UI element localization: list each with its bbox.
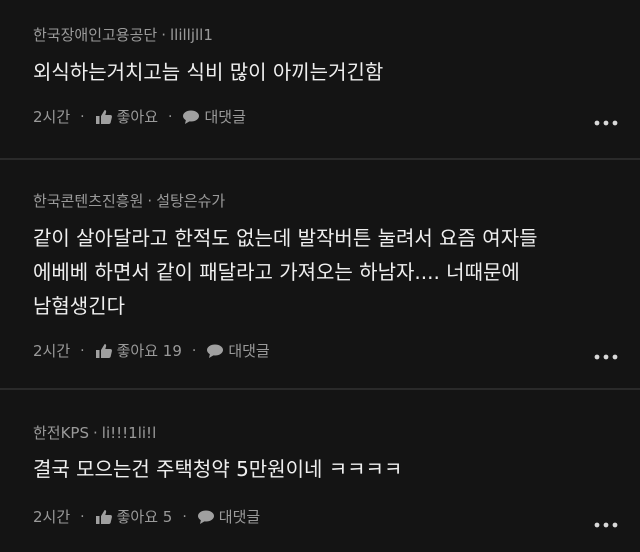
like-label: 좋아요 19 <box>116 342 182 360</box>
comment-item: 한국콘텐츠진흥원 · 설탕은슈가 같이 살아달라고 한적도 없는데 발작버튼 눌려서… <box>0 160 640 388</box>
comment-time: 2시간 <box>33 342 71 360</box>
more-dots-icon[interactable] <box>594 118 618 128</box>
meta-separator: · <box>182 508 187 525</box>
comment-author[interactable]: 한국장애인고용공단 · llilljll1 <box>33 24 213 45</box>
company-name: 한전KPS <box>33 424 90 442</box>
comment-text: 외식하는거치고늠 식비 많이 아끼는거긴함 <box>33 55 620 89</box>
comment-meta: 2시간 · 좋아요 19 · 대댓글 <box>33 340 270 361</box>
reply-button[interactable]: 대댓글 <box>182 106 246 127</box>
comment-item: 한국장애인고용공단 · llilljll1 외식하는거치고늠 식비 많이 아끼는거긴… <box>0 0 640 158</box>
author-separator: · <box>93 424 98 442</box>
reply-button[interactable]: 대댓글 <box>197 506 260 527</box>
reply-label: 대댓글 <box>228 342 270 360</box>
comment-text: 같이 살아달라고 한적도 없는데 발작버튼 눌려서 요즘 여자들 에베베 하면서… <box>33 221 620 323</box>
comment-author[interactable]: 한국콘텐츠진흥원 · 설탕은슈가 <box>33 190 225 211</box>
meta-separator: · <box>168 108 173 125</box>
comment-time: 2시간 <box>33 508 71 526</box>
speech-bubble-icon <box>197 510 214 524</box>
more-dots-icon[interactable] <box>594 352 618 362</box>
comment-item: 한전KPS · li!!!1li!l 결국 모으는건 주택청약 5만원이네 ㅋㅋㅋㅋ… <box>0 390 640 552</box>
nickname: li!!!1li!l <box>101 424 157 442</box>
speech-bubble-icon <box>207 344 224 358</box>
company-name: 한국콘텐츠진흥원 <box>33 192 144 210</box>
more-dots-icon[interactable] <box>594 520 618 530</box>
speech-bubble-icon <box>183 110 200 124</box>
like-label: 좋아요 <box>116 108 159 126</box>
thumbs-up-icon <box>95 509 112 524</box>
like-label: 좋아요 5 <box>116 508 173 526</box>
nickname: llilljll1 <box>169 26 213 44</box>
author-separator: · <box>161 26 166 44</box>
meta-separator: · <box>80 342 85 359</box>
comment-text: 결국 모으는건 주택청약 5만원이네 ㅋㅋㅋㅋ <box>33 452 620 486</box>
nickname: 설탕은슈가 <box>156 192 226 210</box>
company-name: 한국장애인고용공단 <box>33 26 158 44</box>
comment-text-line: 외식하는거치고늠 식비 많이 아끼는거긴함 <box>33 60 384 84</box>
reply-button[interactable]: 대댓글 <box>206 340 270 361</box>
like-button[interactable]: 좋아요 19 <box>95 340 182 361</box>
comment-text-line: 에베베 하면서 같이 패달라고 가져오는 하남자.... 너때문에 <box>33 260 520 284</box>
meta-separator: · <box>191 342 197 359</box>
comment-time: 2시간 <box>33 108 71 126</box>
reply-label: 대댓글 <box>204 108 246 126</box>
reply-label: 대댓글 <box>218 508 261 526</box>
comment-meta: 2시간 · 좋아요 5 · 대댓글 <box>33 506 260 527</box>
comment-feed: 한국장애인고용공단 · llilljll1 외식하는거치고늠 식비 많이 아끼는거긴… <box>0 0 640 552</box>
comment-text-line: 같이 살아달라고 한적도 없는데 발작버튼 눌려서 요즘 여자들 <box>33 226 538 250</box>
comment-author[interactable]: 한전KPS · li!!!1li!l <box>33 422 156 443</box>
like-button[interactable]: 좋아요 5 <box>95 506 173 527</box>
author-separator: · <box>147 192 153 210</box>
thumbs-up-icon <box>95 343 112 358</box>
meta-separator: · <box>80 108 85 125</box>
like-button[interactable]: 좋아요 <box>95 106 158 127</box>
meta-separator: · <box>80 508 85 525</box>
comment-text-line: 남혐생긴다 <box>33 294 125 318</box>
thumbs-up-icon <box>95 109 112 124</box>
comment-meta: 2시간 · 좋아요 · 대댓글 <box>33 106 246 127</box>
comment-text-line: 결국 모으는건 주택청약 5만원이네 ㅋㅋㅋㅋ <box>33 457 403 481</box>
